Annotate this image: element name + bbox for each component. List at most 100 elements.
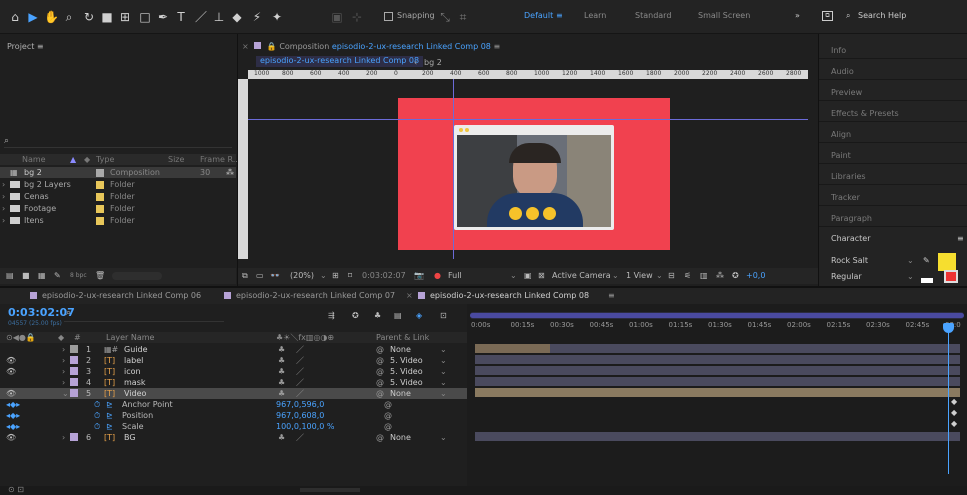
layer-name[interactable]: mask — [124, 377, 146, 388]
selection-tool-icon[interactable]: ▶ — [26, 10, 40, 24]
pickwhip-icon[interactable]: @ — [376, 388, 384, 399]
home-icon[interactable]: ⌂ — [8, 10, 22, 24]
col-frame-rate[interactable]: Frame R... — [200, 154, 240, 165]
workspace-default[interactable]: Default — [524, 11, 553, 20]
always-preview-icon[interactable]: ⧉ — [242, 270, 248, 281]
flowchart-icon[interactable]: ⁂ — [716, 270, 724, 281]
property-row[interactable]: ◂◆▸ ⏱ ⊵ Anchor Point 967,0,596,0 @ — [0, 399, 467, 410]
parent-dropdown[interactable]: 5. Video — [390, 355, 423, 366]
workspace-menu-icon[interactable]: ≡ — [556, 11, 563, 20]
snapping-checkbox[interactable] — [384, 12, 393, 21]
panel-effects-presets[interactable]: Effects & Presets — [831, 109, 899, 118]
pickwhip-icon[interactable]: @ — [376, 432, 384, 443]
panel-info[interactable]: Info — [831, 46, 846, 55]
parent-dropdown[interactable]: None — [390, 388, 411, 399]
workspace-standard[interactable]: Standard — [635, 11, 671, 20]
col-size[interactable]: Size — [168, 154, 184, 165]
interpret-footage-icon[interactable]: ▤ — [6, 270, 14, 281]
shy-switch-icon[interactable]: ♣ — [278, 432, 285, 443]
draft-3d-icon[interactable]: ✪ — [352, 310, 359, 321]
quality-switch-icon[interactable]: ／ — [296, 355, 304, 366]
stopwatch-icon[interactable]: ⏱ — [94, 399, 100, 410]
lock-icon[interactable]: 🔒 — [267, 42, 277, 51]
sync-settings-icon[interactable]: ⧉ — [822, 11, 833, 21]
parent-dropdown[interactable]: 5. Video — [390, 377, 423, 388]
new-folder-icon[interactable]: ■ — [22, 270, 30, 281]
expand-arrow-icon[interactable]: › — [62, 366, 65, 377]
parent-dropdown[interactable]: None — [390, 432, 411, 443]
layer-duration-bar[interactable] — [475, 355, 960, 364]
timeline-tab-comp07[interactable]: episodio-2-ux-research Linked Comp 07 — [236, 290, 395, 301]
quality-switch-icon[interactable]: ／ — [296, 344, 304, 355]
camera-dropdown[interactable]: Active Camera — [552, 270, 611, 281]
exposure-icon[interactable]: ✪ — [732, 270, 739, 281]
grid-icon[interactable]: ⊞ — [332, 270, 339, 281]
region-icon[interactable]: ⌑ — [348, 270, 352, 281]
snap-options-icon[interactable]: ⌗ — [456, 10, 470, 24]
stroke-color-swatch[interactable] — [944, 270, 958, 283]
roto-brush-icon[interactable]: ⚡ — [250, 10, 264, 24]
zoom-tool-icon[interactable]: ⌕ — [62, 10, 76, 24]
camera-button[interactable] — [543, 207, 556, 220]
transparency-grid-icon[interactable]: ⊠ — [538, 270, 545, 281]
visibility-eye-icon[interactable]: 👁 — [6, 388, 16, 399]
eyedropper-icon[interactable]: ✎ — [923, 256, 930, 265]
zoom-dropdown[interactable]: (20%) — [290, 270, 314, 281]
pickwhip-icon[interactable]: @ — [376, 355, 384, 366]
pan-behind-icon[interactable]: ⊞ — [118, 10, 132, 24]
layer-duration-bar[interactable] — [475, 432, 960, 441]
pickwhip-icon[interactable]: @ — [384, 410, 392, 421]
white-swatch[interactable] — [921, 278, 933, 283]
viewer-timecode[interactable]: 0:03:02:07 — [362, 270, 406, 281]
layer-row[interactable]: 👁 ⌄ 5 [T] Video ♣ ／ @ None ⌄ — [0, 388, 467, 399]
layer-row[interactable]: › 4 [T] mask ♣ ／ @5. Video ⌄ — [0, 377, 467, 388]
guide-vertical[interactable] — [453, 79, 454, 259]
snap-icon[interactable]: ⤡ — [438, 10, 452, 24]
property-track[interactable] — [475, 421, 960, 430]
views-dropdown[interactable]: 1 View — [626, 270, 653, 281]
shy-switch-icon[interactable]: ♣ — [278, 344, 285, 355]
close-icon[interactable]: × — [242, 42, 249, 51]
fast-preview-icon[interactable]: ⚟ — [684, 270, 691, 281]
project-item-bg2[interactable]: ▦ bg 2 Composition 30 ⁂ — [0, 167, 236, 178]
shy-switch-icon[interactable]: ♣ — [278, 366, 285, 377]
project-scrollbar[interactable] — [112, 272, 162, 280]
trash-icon[interactable]: 🗑 — [95, 270, 105, 281]
panel-menu-icon[interactable]: ≡ — [957, 234, 964, 243]
parent-dropdown[interactable]: None — [390, 344, 411, 355]
font-family-dropdown[interactable]: Rock Salt — [831, 256, 868, 265]
col-layer-name[interactable]: Layer Name — [106, 332, 154, 343]
shy-switch-icon[interactable]: ♣ — [278, 388, 285, 399]
quality-switch-icon[interactable]: ／ — [296, 377, 304, 388]
puppet-tool-icon[interactable]: ✦ — [270, 10, 284, 24]
layer-duration-bar[interactable] — [475, 377, 960, 386]
new-comp-icon[interactable]: ▦ — [38, 270, 46, 281]
camera-tool-icon[interactable]: ■ — [100, 10, 114, 24]
layer-row[interactable]: › 1 ▦# Guide ♣ ／ @ None ⌄ — [0, 344, 467, 355]
hand-tool-icon[interactable]: ✋ — [44, 10, 59, 24]
guide-horizontal[interactable] — [248, 119, 808, 120]
layer-row[interactable]: 👁 › 3 [T] icon ♣ ／ @5. Video ⌄ — [0, 366, 467, 377]
more-workspaces-icon[interactable]: » — [795, 11, 800, 20]
keyframe-icon[interactable]: ◆ — [951, 419, 957, 428]
frame-blending-icon[interactable]: ▤ — [394, 310, 402, 321]
layer-label-swatch[interactable] — [70, 378, 78, 386]
col-type[interactable]: Type — [96, 154, 114, 165]
toggle-switches-icon[interactable]: ⊙ ⊡ — [8, 484, 24, 495]
pen-tool-icon[interactable]: ✒ — [156, 10, 170, 24]
stopwatch-icon[interactable]: ⏱ — [94, 421, 100, 432]
visibility-eye-icon[interactable]: 👁 — [6, 355, 16, 366]
pickwhip-icon[interactable]: @ — [384, 399, 392, 410]
viewer-tab-active[interactable]: episodio-2-ux-research Linked Comp 08 — [256, 56, 424, 67]
pickwhip-icon[interactable]: @ — [376, 366, 384, 377]
layer-label-swatch[interactable] — [70, 356, 78, 364]
project-item-bg2-layers[interactable]: › bg 2 Layers Folder — [0, 179, 236, 190]
expand-arrow-icon[interactable]: › — [62, 432, 65, 443]
tab-menu-icon[interactable]: ≡ — [608, 290, 615, 301]
glasses-icon[interactable]: 👓 — [270, 270, 280, 281]
adjust-icon[interactable]: ✎ — [54, 270, 61, 281]
expand-arrow-icon[interactable]: › — [62, 344, 65, 355]
col-parent[interactable]: Parent & Link — [376, 332, 429, 343]
project-search-icon[interactable]: ⌕ — [4, 136, 232, 148]
viewer-tab-bg2[interactable]: bg 2 — [424, 58, 442, 67]
